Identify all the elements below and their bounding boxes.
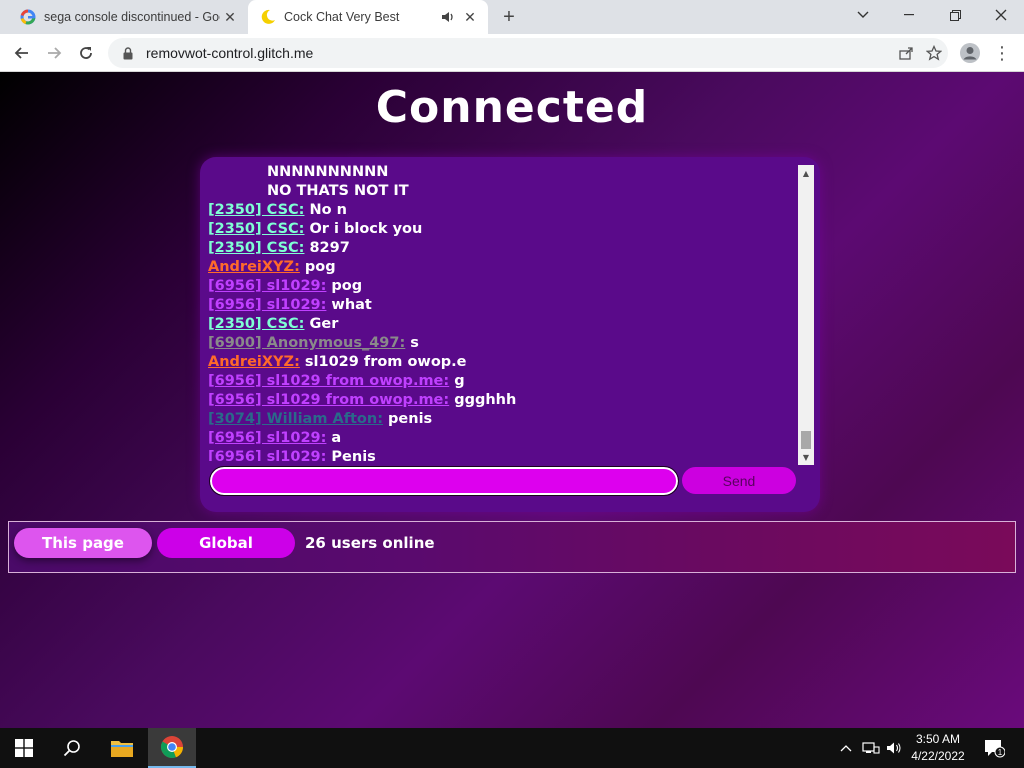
lock-icon[interactable] [120,46,136,60]
chat-message-text: sl1029 from owop.e [304,354,467,370]
profile-avatar-icon[interactable] [956,39,984,67]
chat-message-text: pog [331,278,363,294]
google-icon [20,9,36,25]
chat-scope-bar: This page Global 26 users online [8,521,1016,573]
chat-message-text: a [331,430,342,446]
chat-message: AndreiXYZ: pog [208,258,796,277]
chat-message-text: 8297 [309,240,350,256]
chat-message-text: Or i block you [309,221,423,237]
chat-message-nick[interactable]: [2350] CSC: [208,316,304,332]
close-window-button[interactable] [978,0,1024,30]
chat-message-text: No n [309,202,347,218]
chat-message-nick[interactable]: [6956] sl1029 from owop.me: [208,373,449,389]
chat-message-nick[interactable]: [6956] sl1029 from owop.me: [208,392,449,408]
chat-message-text: Penis [331,449,376,461]
restore-button[interactable] [932,0,978,30]
users-online-count: 26 users online [305,534,435,552]
tab-strip: sega console discontinued - Goo ✕ Cock C… [0,0,1024,34]
star-icon[interactable] [920,39,948,67]
chat-message: [2350] CSC: Ger [208,315,796,334]
this-page-button[interactable]: This page [14,528,152,558]
chat-message: NO THATS NOT IT [208,182,796,201]
chat-message-nick[interactable]: [6956] sl1029: [208,278,326,294]
moon-icon [260,9,276,25]
chat-message-nick[interactable]: [3074] William Afton: [208,411,383,427]
chat-message: [6956] sl1029 from owop.me: g [208,372,796,391]
file-explorer-icon[interactable] [98,728,146,768]
chevron-down-icon[interactable] [840,0,886,30]
chat-message: [6956] sl1029 from owop.me: ggghhh [208,391,796,410]
page-title: Connected [375,82,649,133]
reload-icon[interactable] [72,39,100,67]
chat-message: [6956] sl1029: Penis [208,448,796,461]
chat-message-nick[interactable]: [6900] Anonymous_497: [208,335,405,351]
chat-message-text: s [410,335,419,351]
chat-message: [3074] William Afton: penis [208,410,796,429]
scrollbar-thumb[interactable] [801,431,811,449]
chat-message-text: penis [388,411,433,427]
chat-message-text: Ger [309,316,339,332]
chat-message-input[interactable] [209,466,679,496]
clock-time: 3:50 AM [915,732,961,746]
page-content: Connected NNNNNNNNNN NO THATS NOT IT [2350… [0,72,1024,728]
chat-message-nick[interactable]: AndreiXYZ: [208,354,300,370]
forward-arrow-icon[interactable] [40,39,68,67]
chat-message-nick[interactable]: [2350] CSC: [208,240,304,256]
menu-dots-icon[interactable]: ⋮ [990,39,1014,67]
tab-title: sega console discontinued - Goo [44,10,220,24]
chat-message: [6956] sl1029: what [208,296,796,315]
network-icon[interactable] [860,728,882,768]
scroll-down-arrow-icon[interactable]: ▼ [798,449,814,465]
chat-message: AndreiXYZ: sl1029 from owop.e [208,353,796,372]
chat-message-text: pog [304,259,336,275]
chat-panel: NNNNNNNNNN NO THATS NOT IT [2350] CSC: No n… [200,157,820,512]
chat-message-nick[interactable]: [2350] CSC: [208,202,304,218]
chat-message: [6900] Anonymous_497: s [208,334,796,353]
volume-icon[interactable] [884,728,906,768]
address-bar[interactable]: removwot-control.glitch.me [108,38,948,68]
new-tab-button[interactable]: + [496,5,522,29]
minimize-button[interactable] [886,0,932,30]
windows-start-icon[interactable] [0,728,48,768]
close-icon[interactable]: ✕ [220,7,240,27]
chat-message-text: NNNNNNNNNN [267,164,389,180]
chevron-up-icon[interactable] [836,728,856,768]
chrome-icon[interactable] [148,728,196,768]
chat-message-text: ggghhh [454,392,517,408]
scroll-up-arrow-icon[interactable]: ▲ [798,165,814,181]
send-button[interactable]: Send [682,467,796,494]
search-icon[interactable] [48,728,96,768]
chat-message-nick[interactable]: [6956] sl1029: [208,297,326,313]
chat-message: [2350] CSC: Or i block you [208,220,796,239]
notification-icon[interactable]: 1 [978,728,1010,768]
chat-message: [6956] sl1029: a [208,429,796,448]
tab-google-search[interactable]: sega console discontinued - Goo ✕ [8,0,248,34]
tab-title: Cock Chat Very Best [284,10,400,24]
share-icon[interactable] [892,39,920,67]
tab-cock-chat[interactable]: Cock Chat Very Best ✕ [248,0,488,34]
browser-toolbar: removwot-control.glitch.me ⋮ [0,34,1024,72]
chat-message: [2350] CSC: 8297 [208,239,796,258]
chat-message-nick[interactable]: [6956] sl1029: [208,430,326,446]
chat-message-text: NO THATS NOT IT [267,183,409,199]
chat-message: [2350] CSC: No n [208,201,796,220]
chat-message-text: g [454,373,465,389]
taskbar-clock[interactable]: 3:50 AM 4/22/2022 [906,731,970,765]
global-button[interactable]: Global [157,528,295,558]
chat-message: [6956] sl1029: pog [208,277,796,296]
notification-count: 1 [998,748,1003,757]
chat-message-nick[interactable]: [6956] sl1029: [208,449,326,461]
close-icon[interactable]: ✕ [460,7,480,27]
speaker-icon[interactable] [440,9,456,25]
chat-message-nick[interactable]: AndreiXYZ: [208,259,300,275]
chat-scrollbar[interactable]: ▲ ▼ [798,165,814,465]
clock-date: 4/22/2022 [911,749,965,763]
chat-message-nick[interactable]: [2350] CSC: [208,221,304,237]
back-arrow-icon[interactable] [8,39,36,67]
chat-message-text: what [331,297,372,313]
chat-log[interactable]: NNNNNNNNNN NO THATS NOT IT [2350] CSC: No n… [208,163,796,461]
chat-message: NNNNNNNNNN [208,163,796,182]
url-text[interactable]: removwot-control.glitch.me [146,45,892,61]
windows-taskbar: 3:50 AM 4/22/2022 1 [0,728,1024,768]
